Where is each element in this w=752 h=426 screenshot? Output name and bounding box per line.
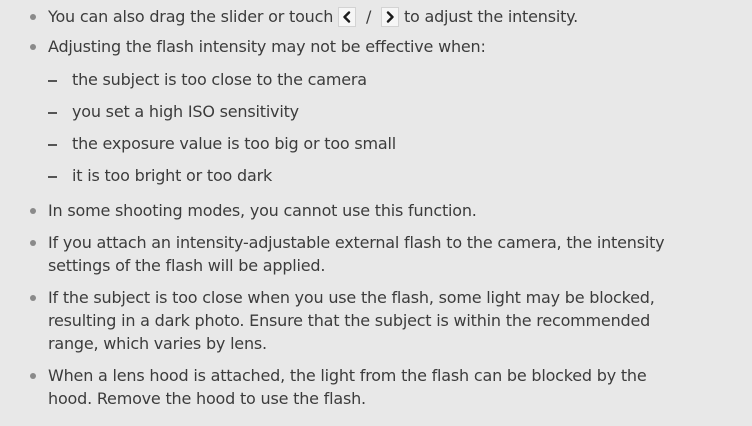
external-flash-line-1: If you attach an intensity-adjustable ex… [48, 233, 665, 252]
bullet-dot [30, 240, 36, 246]
condition-item: the subject is too close to the camera [72, 70, 367, 89]
chevron-left-icon [338, 7, 357, 27]
bullet-dot [30, 373, 36, 379]
bullet-dot [30, 295, 36, 301]
too-close-line-3: range, which varies by lens. [48, 334, 267, 353]
bullet-dot [30, 14, 36, 20]
bullet-dot [30, 208, 36, 214]
bullet-dot [30, 44, 36, 50]
drag-tip-prefix: You can also drag the slider or touch [48, 7, 334, 26]
drag-tip-suffix: to adjust the intensity. [403, 7, 579, 26]
too-close-line-2: resulting in a dark photo. Ensure that t… [48, 311, 651, 330]
drag-tip-line: You can also drag the slider or touch / … [48, 7, 578, 27]
dash-marker [48, 80, 57, 82]
dash-marker [48, 144, 57, 146]
shooting-modes-note: In some shooting modes, you cannot use t… [48, 201, 477, 220]
icon-separator: / [365, 7, 372, 26]
condition-item: it is too bright or too dark [72, 166, 273, 185]
flash-notes: You can also drag the slider or touch / … [0, 0, 752, 426]
condition-item: you set a high ISO sensitivity [72, 102, 299, 121]
chevron-right-icon [381, 7, 400, 27]
condition-item: the exposure value is too big or too sma… [72, 134, 396, 153]
dash-marker [48, 176, 57, 178]
lens-hood-line-2: hood. Remove the hood to use the flash. [48, 389, 366, 408]
too-close-line-1: If the subject is too close when you use… [48, 288, 655, 307]
dash-marker [48, 112, 57, 114]
lens-hood-line-1: When a lens hood is attached, the light … [48, 366, 647, 385]
external-flash-line-2: settings of the flash will be applied. [48, 256, 326, 275]
ineffective-intro: Adjusting the flash intensity may not be… [48, 37, 486, 56]
